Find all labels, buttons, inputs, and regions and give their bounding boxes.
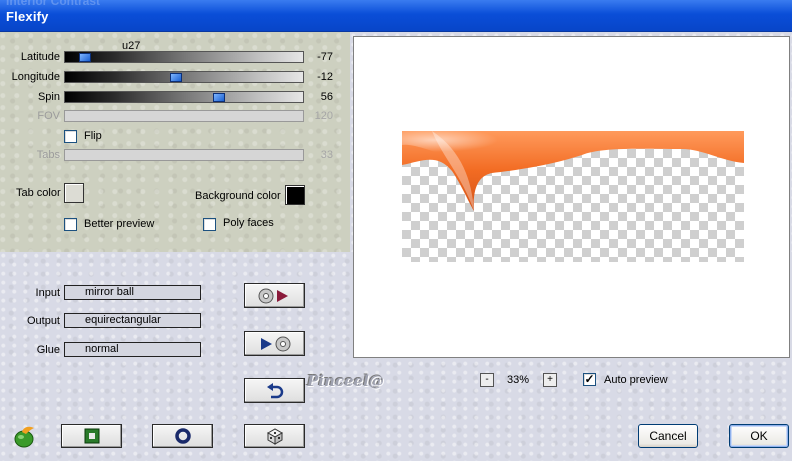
spin-value: 56 xyxy=(320,91,333,103)
latitude-slider[interactable] xyxy=(64,51,304,63)
longitude-slider[interactable] xyxy=(64,71,304,83)
fov-label: FOV xyxy=(37,110,60,122)
tab-color-swatch[interactable] xyxy=(64,183,84,203)
glue-label: Glue xyxy=(36,344,60,356)
preview-image xyxy=(402,131,744,211)
background-window-title: Interior Contrast xyxy=(6,0,101,8)
ring-icon xyxy=(174,428,191,444)
background-color-swatch[interactable] xyxy=(285,185,305,205)
random-button[interactable] xyxy=(244,424,305,448)
input-label: Input xyxy=(35,287,60,299)
background-color-label: Background color xyxy=(195,190,281,202)
tabs-slider xyxy=(64,149,304,161)
auto-preview-checkbox[interactable]: ✓ xyxy=(583,373,596,386)
longitude-thumb[interactable] xyxy=(170,73,182,82)
undo-arrow-icon xyxy=(266,382,283,398)
ok-button[interactable]: OK xyxy=(729,424,789,448)
zoom-out-button[interactable]: - xyxy=(480,373,494,387)
ring-button[interactable] xyxy=(152,424,213,448)
flip-checkbox[interactable] xyxy=(64,130,77,143)
frame-button[interactable] xyxy=(61,424,122,448)
dice-icon xyxy=(266,428,283,445)
poly-faces-label: Poly faces xyxy=(223,217,274,229)
longitude-label: Longitude xyxy=(11,71,60,83)
zoom-level: 33% xyxy=(507,374,530,386)
square-frame-icon xyxy=(84,428,99,444)
output-label: Output xyxy=(26,315,60,327)
tabs-label: Tabs xyxy=(36,149,60,161)
window-title: Flexify xyxy=(6,9,49,24)
spin-slider[interactable] xyxy=(64,91,304,103)
output-projection-select[interactable]: equirectangular xyxy=(64,313,201,328)
convert-back-button[interactable] xyxy=(244,331,305,356)
tabs-value: 33 xyxy=(320,149,333,161)
latitude-value: -77 xyxy=(317,51,333,63)
fov-slider xyxy=(64,110,304,122)
tab-color-label: Tab color xyxy=(16,187,61,199)
watermark-signature: Pinceel@ xyxy=(307,372,384,390)
longitude-value: -12 xyxy=(317,71,333,83)
convert-forward-button[interactable] xyxy=(244,283,305,308)
auto-preview-label: Auto preview xyxy=(604,374,668,386)
settings-panel xyxy=(0,32,350,252)
latitude-thumb[interactable] xyxy=(79,53,91,62)
better-preview-label: Better preview xyxy=(84,218,155,230)
preview-canvas[interactable] xyxy=(353,36,790,358)
flaming-pear-icon[interactable] xyxy=(12,424,38,448)
spin-label: Spin xyxy=(37,91,60,103)
glue-select[interactable]: normal xyxy=(64,342,201,357)
arrow-cd-icon xyxy=(260,336,290,351)
fov-value: 120 xyxy=(314,110,333,122)
better-preview-checkbox[interactable] xyxy=(64,218,77,231)
zoom-in-button[interactable]: + xyxy=(543,373,557,387)
undo-button[interactable] xyxy=(244,378,305,403)
input-projection-select[interactable]: mirror ball xyxy=(64,285,201,300)
spin-thumb[interactable] xyxy=(213,93,225,102)
title-bar: Interior Contrast Flexify xyxy=(0,0,792,32)
cd-arrow-icon xyxy=(258,288,288,303)
flip-label: Flip xyxy=(84,130,102,142)
latitude-label: Latitude xyxy=(20,51,60,63)
poly-faces-checkbox[interactable] xyxy=(203,218,216,231)
cancel-button[interactable]: Cancel xyxy=(638,424,698,448)
